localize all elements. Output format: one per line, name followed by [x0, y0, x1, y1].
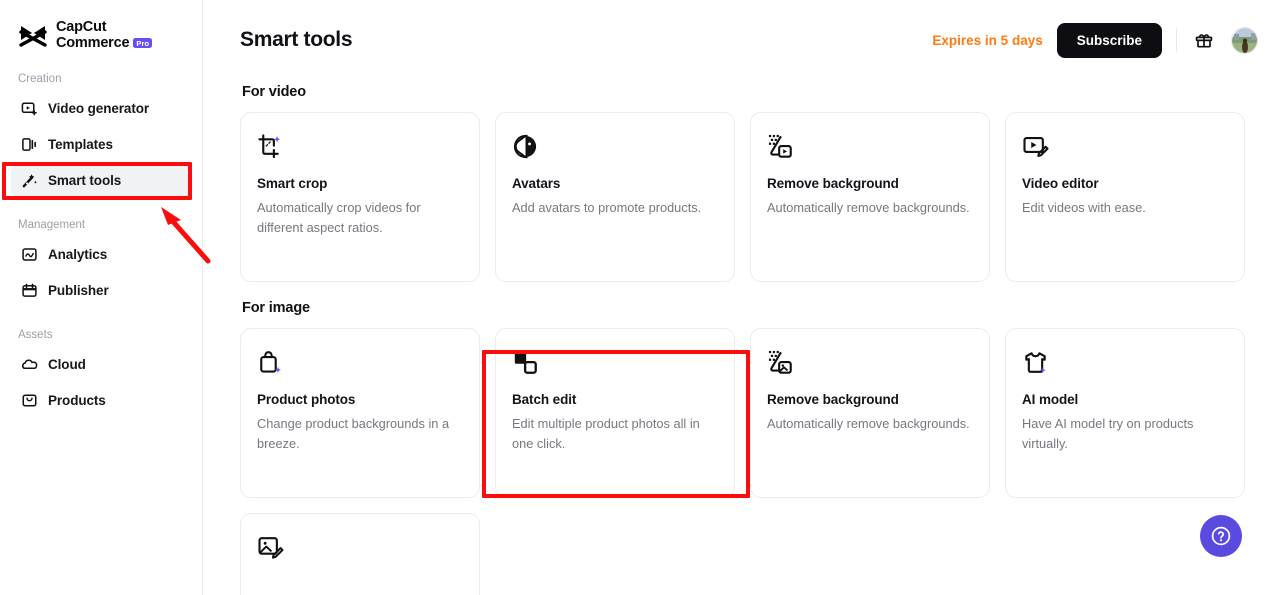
- sidebar: CapCut Commerce Pro Creation Video gener…: [0, 0, 203, 595]
- tool-card-remove-background-image[interactable]: Remove background Automatically remove b…: [750, 328, 990, 498]
- tool-card-remove-background-video[interactable]: Remove background Automatically remove b…: [750, 112, 990, 282]
- for-video-card-grid: Smart crop Automatically crop videos for…: [240, 112, 1238, 282]
- page-title: Smart tools: [240, 28, 352, 52]
- tool-card-avatars[interactable]: Avatars Add avatars to promote products.: [495, 112, 735, 282]
- products-icon: [21, 392, 38, 409]
- expires-label: Expires in 5 days: [932, 33, 1042, 48]
- batch-edit-icon: [512, 349, 539, 376]
- tools-content: For video Smart crop Automatically crop …: [203, 62, 1280, 595]
- card-title: Avatars: [512, 176, 718, 191]
- sidebar-item-templates[interactable]: Templates: [11, 127, 191, 161]
- avatar-tool-icon: [512, 133, 539, 160]
- tool-card-ai-model[interactable]: AI model Have AI model try on products v…: [1005, 328, 1245, 498]
- card-description: Change product backgrounds in a breeze.: [257, 414, 463, 454]
- sidebar-label: Analytics: [48, 247, 107, 262]
- sidebar-item-smart-tools[interactable]: Smart tools: [11, 163, 191, 197]
- sidebar-section-assets: Assets: [0, 329, 202, 341]
- card-title: Remove background: [767, 392, 973, 407]
- user-avatar: [1232, 28, 1258, 54]
- help-question-icon: [1210, 525, 1232, 547]
- help-button[interactable]: [1200, 515, 1242, 557]
- subscribe-button[interactable]: Subscribe: [1057, 23, 1162, 58]
- sidebar-label: Products: [48, 393, 106, 408]
- ai-model-tshirt-icon: [1022, 349, 1049, 376]
- avatar[interactable]: [1231, 27, 1258, 54]
- card-description: Automatically crop videos for different …: [257, 198, 463, 238]
- pro-badge: Pro: [133, 38, 152, 48]
- tool-card-photo-editor[interactable]: [240, 513, 480, 595]
- gift-icon: [1194, 30, 1214, 50]
- for-image-card-grid: Product photos Change product background…: [240, 328, 1238, 498]
- overflow-card-grid: [240, 513, 1238, 595]
- video-editor-icon: [1022, 133, 1049, 160]
- tool-card-product-photos[interactable]: Product photos Change product background…: [240, 328, 480, 498]
- card-title: Product photos: [257, 392, 463, 407]
- sidebar-item-video-generator[interactable]: Video generator: [11, 91, 191, 125]
- sidebar-item-publisher[interactable]: Publisher: [11, 273, 191, 307]
- app-root: CapCut Commerce Pro Creation Video gener…: [0, 0, 1280, 595]
- video-generator-icon: [21, 100, 38, 117]
- remove-background-image-icon: [767, 349, 794, 376]
- sidebar-label: Templates: [48, 137, 113, 152]
- smart-crop-icon: [257, 133, 284, 160]
- card-description: Have AI model try on products virtually.: [1022, 414, 1228, 454]
- product-photos-icon: [257, 349, 284, 376]
- sidebar-section-management: Management: [0, 219, 202, 231]
- card-description: Edit multiple product photos all in one …: [512, 414, 718, 454]
- card-title: Smart crop: [257, 176, 463, 191]
- gift-button[interactable]: [1191, 27, 1217, 53]
- sidebar-label: Video generator: [48, 101, 149, 116]
- card-title: Video editor: [1022, 176, 1228, 191]
- sidebar-item-products[interactable]: Products: [11, 383, 191, 417]
- card-title: Batch edit: [512, 392, 718, 407]
- section-title-for-video: For video: [242, 84, 1238, 100]
- sidebar-label: Cloud: [48, 357, 86, 372]
- tool-card-video-editor[interactable]: Video editor Edit videos with ease.: [1005, 112, 1245, 282]
- section-title-for-image: For image: [242, 300, 1238, 316]
- photo-editor-icon: [257, 534, 284, 561]
- card-description: Automatically remove backgrounds.: [767, 198, 973, 218]
- top-bar: Smart tools Expires in 5 days Subscribe: [203, 0, 1280, 62]
- calendar-icon: [21, 282, 38, 299]
- sidebar-label: Publisher: [48, 283, 109, 298]
- remove-background-video-icon: [767, 133, 794, 160]
- sidebar-item-analytics[interactable]: Analytics: [11, 237, 191, 271]
- app-logo[interactable]: CapCut Commerce Pro: [0, 0, 202, 51]
- toolbar-divider: [1176, 28, 1177, 52]
- cloud-icon: [21, 356, 38, 373]
- analytics-icon: [21, 246, 38, 263]
- sidebar-item-cloud[interactable]: Cloud: [11, 347, 191, 381]
- capcut-logo-icon: [18, 23, 48, 49]
- logo-line-1: CapCut: [56, 20, 152, 36]
- templates-icon: [21, 136, 38, 153]
- card-description: Automatically remove backgrounds.: [767, 414, 973, 434]
- card-title: AI model: [1022, 392, 1228, 407]
- tool-card-batch-edit[interactable]: Batch edit Edit multiple product photos …: [495, 328, 735, 498]
- card-title: Remove background: [767, 176, 973, 191]
- top-bar-actions: Expires in 5 days Subscribe: [932, 23, 1258, 58]
- main-content: Smart tools Expires in 5 days Subscribe: [203, 0, 1280, 595]
- sidebar-label: Smart tools: [48, 173, 121, 188]
- logo-line-2: Commerce: [56, 36, 129, 52]
- card-description: Add avatars to promote products.: [512, 198, 718, 218]
- sidebar-section-creation: Creation: [0, 73, 202, 85]
- card-description: Edit videos with ease.: [1022, 198, 1228, 218]
- tool-card-smart-crop[interactable]: Smart crop Automatically crop videos for…: [240, 112, 480, 282]
- magic-wand-icon: [21, 172, 38, 189]
